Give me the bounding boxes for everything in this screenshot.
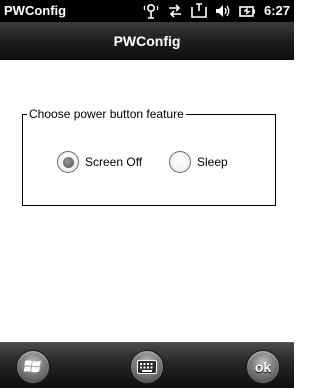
bottom-bar: ok bbox=[0, 342, 294, 388]
start-button[interactable] bbox=[16, 350, 50, 384]
windows-start-icon bbox=[23, 357, 43, 377]
radio-label-screen-off[interactable]: Screen Off bbox=[85, 155, 142, 169]
radio-button-selected[interactable] bbox=[57, 151, 79, 173]
radio-screen-off[interactable]: Screen Off bbox=[57, 151, 142, 173]
power-button-groupbox: Choose power button feature Screen Off S… bbox=[22, 106, 276, 206]
status-bar: PWConfig 6:27 bbox=[0, 0, 294, 22]
ok-button-label: ok bbox=[254, 359, 272, 375]
ok-button[interactable]: ok bbox=[246, 350, 280, 384]
message-icon[interactable] bbox=[190, 2, 208, 20]
keyboard-button[interactable] bbox=[130, 350, 164, 384]
radio-button-unselected[interactable] bbox=[169, 151, 191, 173]
sync-icon[interactable] bbox=[166, 2, 184, 20]
title-bar: PWConfig bbox=[0, 22, 294, 60]
content-area: Choose power button feature Screen Off S… bbox=[0, 60, 294, 342]
radio-selected-dot bbox=[62, 156, 74, 168]
volume-icon[interactable] bbox=[214, 2, 232, 20]
radio-sleep[interactable]: Sleep bbox=[169, 151, 228, 173]
connectivity-icon[interactable] bbox=[142, 2, 160, 20]
status-icons: 6:27 bbox=[142, 0, 290, 22]
page-title: PWConfig bbox=[113, 32, 181, 49]
keyboard-icon bbox=[137, 360, 157, 374]
groupbox-legend: Choose power button feature bbox=[27, 106, 186, 122]
battery-icon[interactable] bbox=[238, 2, 256, 20]
radio-label-sleep[interactable]: Sleep bbox=[197, 155, 228, 169]
status-app-name[interactable]: PWConfig bbox=[4, 3, 66, 19]
status-time[interactable]: 6:27 bbox=[264, 3, 290, 19]
